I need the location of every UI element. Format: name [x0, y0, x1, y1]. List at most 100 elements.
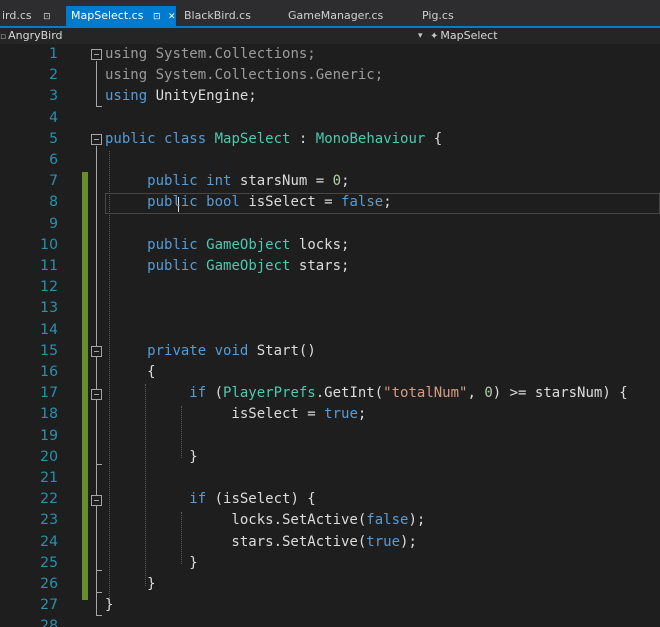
line-number: 3 [49, 88, 58, 105]
csharp-project-icon: ▫ [0, 32, 7, 42]
code-token: false [341, 194, 384, 211]
code-token: true [324, 406, 358, 423]
code-token: isSelect = [239, 194, 342, 211]
tab-blackbird[interactable]: BlackBird.cs [182, 6, 272, 26]
line-number: 25 [40, 554, 58, 571]
code-token: PlayerPrefs [223, 385, 316, 402]
code-line[interactable]: 27} [0, 595, 660, 616]
code-token: ; [383, 194, 392, 211]
line-number: 2 [49, 67, 58, 84]
code-line[interactable]: 26 } [0, 574, 660, 595]
line-number: 17 [40, 385, 58, 402]
line-number: 26 [40, 576, 58, 592]
code-token: locks.SetActive( [105, 512, 367, 529]
pin-icon[interactable]: ⊡ [43, 7, 51, 27]
code-token: if [189, 491, 207, 508]
code-line[interactable]: 24 stars.SetActive(true); [0, 532, 660, 553]
code-line[interactable]: 9 [0, 214, 660, 235]
code-token: int [206, 173, 232, 190]
tab-gamemanager[interactable]: GameManager.cs [286, 6, 406, 26]
code-line[interactable]: 5 public class MapSelect : MonoBehaviour … [0, 129, 660, 150]
code-token: "totalNum" [383, 385, 468, 402]
chevron-down-icon[interactable]: ▾ [418, 28, 423, 44]
code-editor[interactable]: 1 using System.Collections; 2 using System.… [0, 44, 660, 627]
pin-icon[interactable]: ⊡ [153, 7, 161, 27]
tab-mapselect[interactable]: MapSelect.cs ⊡ ✕ [66, 6, 176, 26]
code-token: class [164, 130, 207, 147]
code-line[interactable]: 4 [0, 108, 660, 129]
member-dropdown[interactable]: ✦ MapSelect [430, 28, 498, 45]
code-token: public [147, 236, 198, 253]
code-token: false [366, 512, 409, 529]
code-token: (isSelect) { [206, 491, 316, 508]
line-number: 22 [40, 491, 58, 508]
code-line[interactable]: 16 { [0, 362, 660, 383]
code-line[interactable]: 3 using UnityEngine; [0, 86, 660, 107]
code-line[interactable]: 17 if (PlayerPrefs.GetInt("totalNum", 0)… [0, 383, 660, 404]
code-token: public [147, 258, 198, 274]
code-line[interactable]: 20 } [0, 447, 660, 468]
code-text: { [105, 362, 156, 383]
code-token: { [105, 364, 156, 380]
code-line[interactable]: 23 locks.SetActive(false); [0, 510, 660, 531]
code-line[interactable]: 14 [0, 320, 660, 341]
code-line[interactable]: 12 [0, 277, 660, 298]
code-token: public [147, 194, 198, 211]
code-token: UnityEngine; [147, 88, 257, 105]
project-dropdown[interactable]: ▫ AngryBird [0, 28, 63, 45]
line-number: 12 [40, 279, 58, 296]
code-line[interactable]: 28 [0, 616, 660, 627]
line-number: 10 [40, 236, 58, 253]
code-line[interactable]: 1 using System.Collections; [0, 44, 660, 65]
code-text: public GameObject locks; [105, 235, 349, 256]
code-token: ; [357, 406, 367, 423]
code-token: public [105, 130, 156, 147]
code-token: , [467, 385, 485, 402]
code-line[interactable]: 8 public bool isSelect = false; [0, 192, 660, 213]
code-line[interactable]: 22 if (isSelect) { [0, 489, 660, 510]
line-number: 5 [49, 130, 58, 147]
line-number: 15 [40, 342, 58, 359]
line-number: 19 [40, 427, 58, 444]
code-line[interactable]: 15 private void Start() [0, 341, 660, 362]
code-line[interactable]: 7 public int starsNum = 0; [0, 171, 660, 192]
line-number: 18 [40, 406, 58, 423]
code-line[interactable]: 10 public GameObject locks; [0, 235, 660, 256]
line-number: 13 [40, 300, 58, 317]
line-number: 1 [49, 46, 58, 62]
code-line[interactable]: 2 using System.Collections.Generic; [0, 65, 660, 86]
code-line[interactable]: 19 [0, 426, 660, 447]
code-text: stars.SetActive(true); [105, 532, 416, 553]
code-token: ( [206, 385, 224, 402]
code-token: bool [206, 194, 240, 211]
tab-bird[interactable]: ird.cs ⊡ [0, 6, 60, 26]
code-token: stars; [290, 258, 350, 274]
class-icon: ✦ [430, 31, 439, 42]
code-token: starsNum = [231, 173, 333, 190]
code-token: ; [341, 173, 350, 190]
code-token: GameObject [206, 236, 291, 253]
code-token: System.Collections.Generic; [147, 67, 384, 84]
code-line[interactable]: 18 isSelect = true; [0, 404, 660, 425]
code-line[interactable]: 13 [0, 298, 660, 319]
line-number: 23 [40, 512, 58, 529]
line-number: 27 [40, 597, 58, 614]
line-number: 11 [40, 258, 58, 274]
code-line[interactable]: 25 } [0, 553, 660, 574]
close-icon[interactable]: ✕ [168, 7, 176, 27]
code-line[interactable]: 21 [0, 468, 660, 489]
line-number: 21 [40, 470, 58, 486]
code-line[interactable]: 11 public GameObject stars; [0, 256, 660, 277]
code-line[interactable]: 6 [0, 150, 660, 171]
tab-pig[interactable]: Pig.cs [420, 6, 480, 26]
code-text: isSelect = true; [105, 404, 366, 425]
